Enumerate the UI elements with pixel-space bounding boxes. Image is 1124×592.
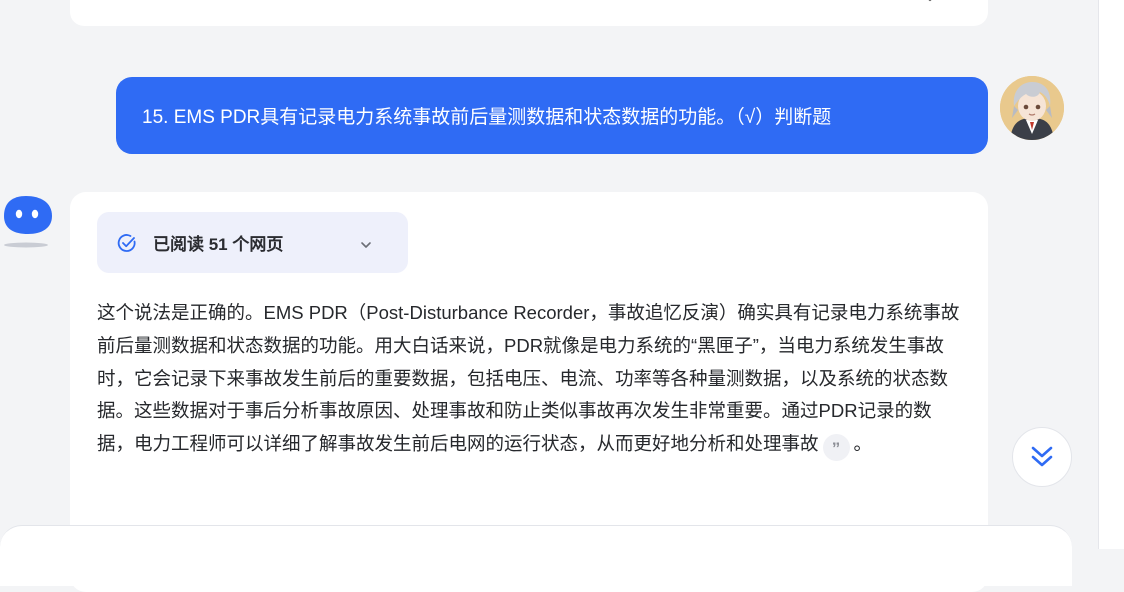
user-avatar[interactable]: [1000, 76, 1064, 140]
share-icon[interactable]: [198, 0, 214, 2]
assistant-avatar: [0, 194, 58, 250]
answer-body-text: 这个说法是正确的。EMS PDR（Post-Disturbance Record…: [97, 302, 960, 455]
copy-icon[interactable]: [106, 0, 122, 2]
side-panel: [1098, 0, 1124, 549]
check-circle-icon: [117, 233, 137, 253]
previous-answer-card: [70, 0, 988, 26]
sources-label: 已阅读 51 个网页: [153, 235, 284, 254]
message-input-area[interactable]: [0, 525, 1072, 586]
dislike-icon[interactable]: [872, 0, 888, 2]
user-avatar-image: [1000, 76, 1064, 140]
assistant-logo-icon: [4, 196, 52, 248]
double-chevron-down-icon: [1031, 446, 1053, 467]
quote-icon[interactable]: ”: [822, 434, 850, 462]
scroll-to-bottom-button[interactable]: [1012, 427, 1072, 487]
answer-trailing: 。: [853, 433, 873, 455]
sources-toggle[interactable]: 已阅读 51 个网页: [97, 212, 408, 273]
answer-body: 这个说法是正确的。EMS PDR（Post-Disturbance Record…: [97, 297, 967, 462]
user-message-bubble: 15. EMS PDR具有记录电力系统事故前后量测数据和状态数据的功能。（√）判…: [116, 77, 988, 154]
chevron-down-icon: [359, 237, 373, 248]
user-message-text: 15. EMS PDR具有记录电力系统事故前后量测数据和状态数据的功能。（√）判…: [142, 107, 832, 128]
more-icon[interactable]: [922, 0, 938, 2]
